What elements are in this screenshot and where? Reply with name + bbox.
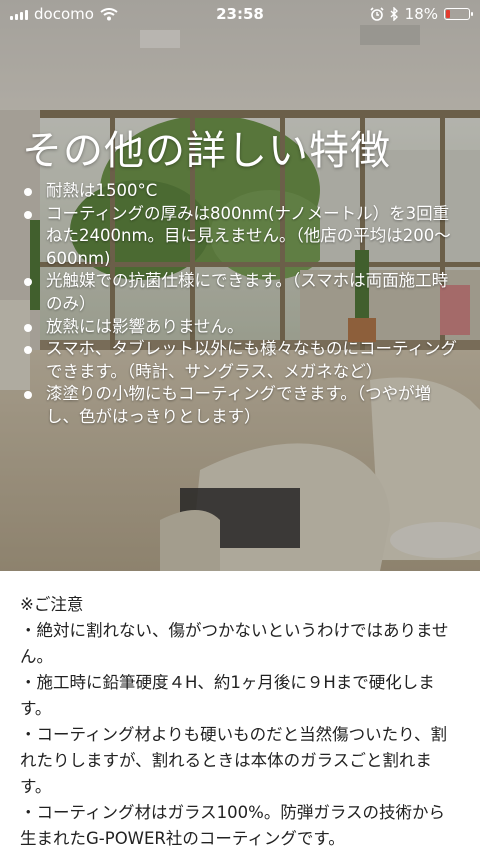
bluetooth-icon — [390, 7, 398, 21]
status-right: 18% — [370, 5, 473, 23]
feature-item-other-devices: スマホ、タブレット以外にも様々なものにコーティングできます。（時計、サングラス、… — [22, 338, 462, 383]
status-bar: docomo 23:58 18% — [0, 0, 480, 28]
feature-item-heat: 耐熱は1500°C — [22, 180, 462, 203]
features-list: 耐熱は1500°C コーティングの厚みは800nm(ナノメートル）を3回重ねた2… — [22, 180, 462, 429]
page-title: その他の詳しい特徴 — [22, 128, 391, 174]
signal-icon — [10, 8, 28, 20]
feature-item-heat-dissipation: 放熱には影響ありません。 — [22, 316, 462, 339]
feature-item-antibacterial: 光触媒での抗菌仕様にできます。（スマホは両面施工時のみ） — [22, 270, 462, 315]
feature-item-thickness: コーティングの厚みは800nm(ナノメートル）を3回重ねた2400nm。目に見え… — [22, 203, 462, 271]
feature-item-lacquer: 漆塗りの小物にもコーティングできます。（つやが増し、色がはっきりとします） — [22, 383, 462, 428]
note-item-harder-objects: ・コーティング材よりも硬いものだと当然傷ついたり、割れたりしますが、割れるときは… — [20, 725, 448, 796]
battery-percent: 18% — [404, 5, 438, 23]
notes-section: ※ご注意 ・絶対に割れない、傷がつかないというわけではありません。 ・施工時に鉛… — [20, 592, 460, 852]
battery-level — [446, 10, 450, 18]
battery-icon — [444, 8, 473, 20]
alarm-icon — [370, 7, 384, 21]
notes-heading: ※ご注意 — [20, 595, 84, 614]
wifi-icon — [100, 7, 118, 20]
carrier-name: docomo — [34, 5, 94, 23]
note-item-material: ・コーティング材はガラス100%。防弾ガラスの技術から生まれたG-POWER社の… — [20, 803, 446, 848]
note-item-not-unbreakable: ・絶対に割れない、傷がつかないというわけではありません。 — [20, 621, 449, 666]
status-left: docomo — [10, 5, 118, 23]
hero-content: その他の詳しい特徴 耐熱は1500°C コーティングの厚みは800nm(ナノメー… — [0, 0, 480, 571]
hero-section: その他の詳しい特徴 耐熱は1500°C コーティングの厚みは800nm(ナノメー… — [0, 0, 480, 571]
note-item-hardness: ・施工時に鉛筆硬度４H、約1ヶ月後に９Hまで硬化します。 — [20, 673, 435, 718]
